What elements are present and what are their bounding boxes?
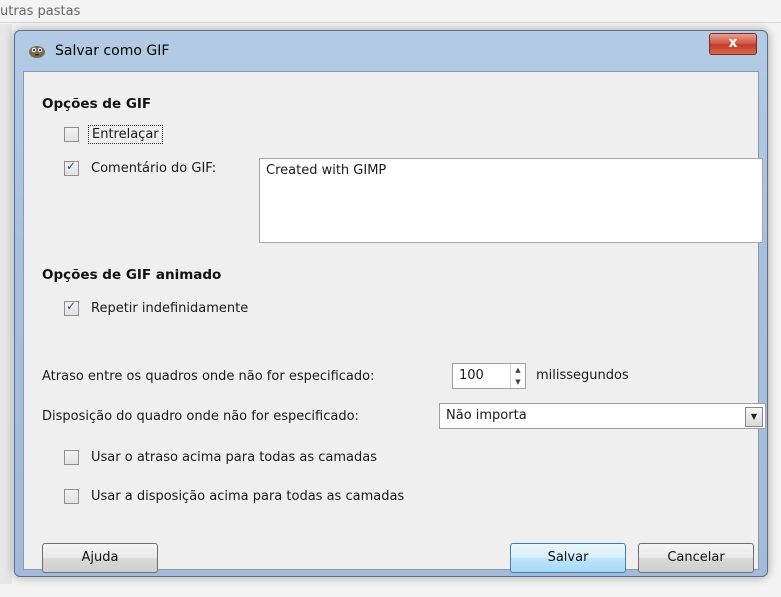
delay-spinbutton[interactable]: 100 ▲ ▼ (452, 363, 526, 389)
gif-options-title: Opções de GIF (42, 96, 152, 112)
use-disposal-all-checkbox[interactable] (64, 489, 79, 504)
close-button[interactable]: x (709, 33, 757, 55)
save-button[interactable]: Salvar (510, 543, 626, 573)
loop-option[interactable]: Repetir indefinidamente (64, 299, 248, 316)
interlace-label[interactable]: Entrelaçar (88, 125, 163, 144)
comment-option[interactable]: Comentário do GIF: (64, 159, 216, 176)
cancel-button[interactable]: Cancelar (638, 543, 754, 573)
interlace-option[interactable]: Entrelaçar (64, 125, 163, 144)
title-bar[interactable]: Salvar como GIF x (15, 31, 767, 71)
loop-label[interactable]: Repetir indefinidamente (91, 301, 248, 316)
use-disposal-all-option[interactable]: Usar a disposição acima para todas as ca… (64, 489, 404, 504)
delay-stepper[interactable]: ▲ ▼ (510, 364, 525, 388)
comment-checkbox[interactable] (64, 159, 79, 176)
delay-value[interactable]: 100 (453, 364, 510, 388)
save-gif-dialog: Salvar como GIF x Opções de GIF Entrelaç… (14, 30, 768, 577)
interlace-checkbox[interactable] (64, 127, 79, 142)
delay-label: Atraso entre os quadros onde não for esp… (42, 369, 375, 384)
dialog-content: Opções de GIF Entrelaçar Comentário do G… (23, 71, 766, 573)
background-divider (0, 22, 781, 23)
animated-options-title: Opções de GIF animado (42, 267, 222, 283)
comment-textarea[interactable]: Created with GIMP (259, 158, 763, 243)
use-delay-all-option[interactable]: Usar o atraso acima para todas as camada… (64, 450, 377, 465)
background-folder-text: utras pastas (0, 4, 81, 19)
disposal-combobox[interactable]: Não importa ▼ (439, 403, 766, 429)
loop-checkbox[interactable] (64, 299, 79, 316)
use-disposal-all-label[interactable]: Usar a disposição acima para todas as ca… (91, 489, 404, 504)
window-title: Salvar como GIF (55, 43, 170, 59)
comment-label[interactable]: Comentário do GIF: (91, 161, 216, 176)
spin-down-icon[interactable]: ▼ (511, 376, 525, 388)
disposal-label: Disposição do quadro onde não for especi… (42, 409, 359, 424)
use-delay-all-checkbox[interactable] (64, 450, 79, 465)
use-delay-all-label[interactable]: Usar o atraso acima para todas as camada… (91, 450, 377, 465)
background-panel (0, 24, 12, 584)
gimp-icon (29, 46, 45, 58)
help-button[interactable]: Ajuda (42, 543, 158, 573)
disposal-selected: Não importa (446, 408, 527, 423)
spin-up-icon[interactable]: ▲ (511, 364, 525, 376)
chevron-down-icon[interactable]: ▼ (745, 407, 763, 427)
delay-unit: milissegundos (536, 368, 629, 383)
